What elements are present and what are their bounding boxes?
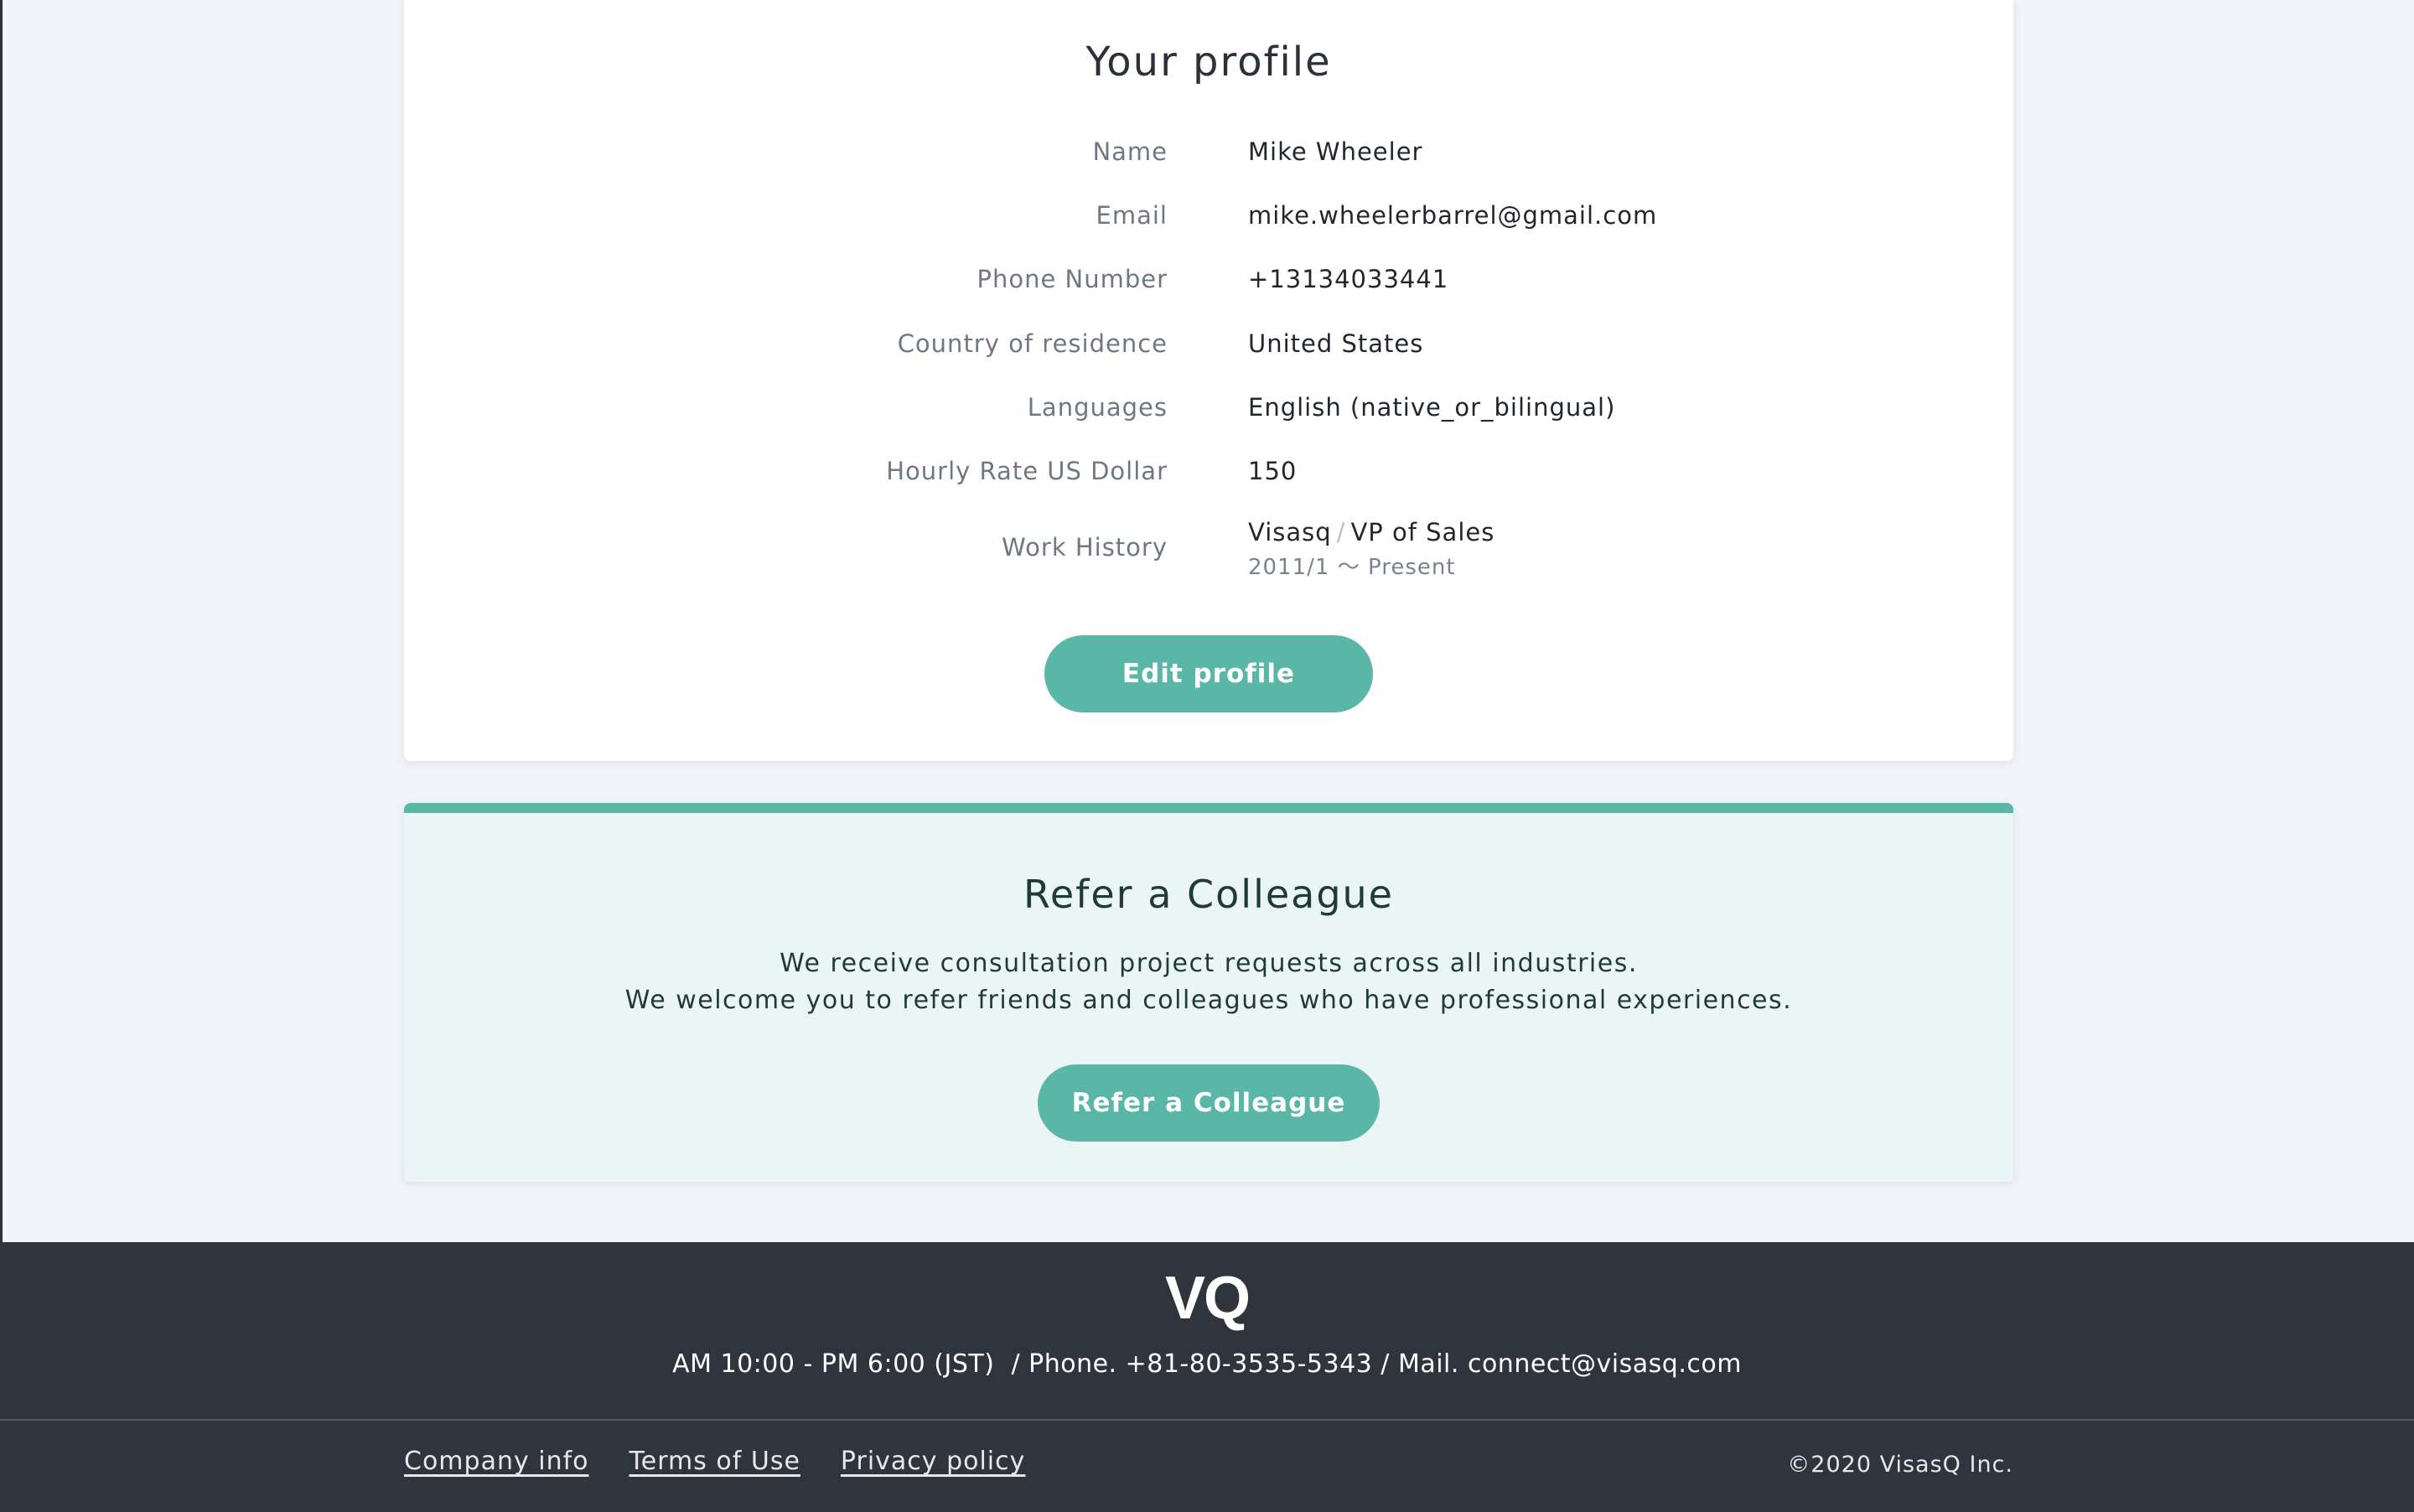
work-period: 2011/1 〜 Present: [1248, 555, 1456, 580]
field-value: +13134033441: [1248, 265, 1449, 293]
field-value: mike.wheelerbarrel@gmail.com: [1248, 201, 1658, 230]
refer-description-line-2: We welcome you to refer friends and coll…: [624, 986, 1793, 1015]
profile-row-country: Country of residence United States: [404, 329, 2013, 363]
profile-row-phone: Phone Number +13134033441: [404, 265, 2013, 298]
field-label: Email: [1096, 201, 1168, 230]
vq-logo[interactable]: VQ: [0, 1264, 2414, 1333]
field-label: Work History: [1002, 533, 1168, 562]
work-company: Visasq: [1248, 518, 1332, 546]
profile-card: Your profile Name Mike Wheeler Email mik…: [404, 0, 2013, 761]
window-left-edge: [0, 0, 3, 1242]
field-value: 150: [1248, 457, 1298, 485]
profile-row-email: Email mike.wheelerbarrel@gmail.com: [404, 201, 2013, 235]
terms-of-use-link[interactable]: Terms of Use: [629, 1447, 800, 1476]
privacy-policy-link[interactable]: Privacy policy: [841, 1447, 1025, 1476]
field-value: United States: [1248, 329, 1424, 358]
copyright: ©2020 VisasQ Inc.: [1787, 1452, 2013, 1478]
field-label: Phone Number: [976, 265, 1168, 293]
refer-colleague-button[interactable]: Refer a Colleague: [1038, 1064, 1380, 1142]
profile-row-work-history: Work History Visasq / VP of Sales 2011/1 〜…: [404, 518, 2013, 585]
field-value: English (native_or_bilingual): [1248, 393, 1616, 422]
field-label: Languages: [1027, 393, 1168, 422]
page-title: Your profile: [1085, 39, 1332, 85]
company-info-link[interactable]: Company info: [404, 1447, 589, 1476]
field-label: Country of residence: [897, 329, 1168, 358]
work-position: VP of Sales: [1350, 518, 1495, 546]
work-history-entry: Visasq / VP of Sales 2011/1 〜 Present: [1248, 518, 1495, 581]
profile-row-name: Name Mike Wheeler: [404, 137, 2013, 171]
refer-title: Refer a Colleague: [1023, 872, 1394, 917]
profile-row-languages: Languages English (native_or_bilingual): [404, 393, 2013, 427]
footer-divider: [0, 1419, 2414, 1421]
field-value: Mike Wheeler: [1248, 137, 1423, 166]
refer-colleague-card: Refer a Colleague We receive consultatio…: [404, 803, 2013, 1182]
footer: VQ AM 10:00 - PM 6:00 (JST) / Phone. +81…: [0, 1242, 2414, 1512]
footer-links: Company info Terms of Use Privacy policy: [404, 1447, 1025, 1476]
work-separator: /: [1336, 518, 1346, 546]
profile-row-hourly-rate: Hourly Rate US Dollar 150: [404, 457, 2013, 490]
refer-description-line-1: We receive consultation project requests…: [780, 949, 1638, 978]
contact-info: AM 10:00 - PM 6:00 (JST) / Phone. +81-80…: [672, 1349, 1742, 1379]
field-label: Hourly Rate US Dollar: [886, 457, 1168, 485]
field-label: Name: [1092, 137, 1168, 166]
edit-profile-button[interactable]: Edit profile: [1044, 635, 1373, 712]
